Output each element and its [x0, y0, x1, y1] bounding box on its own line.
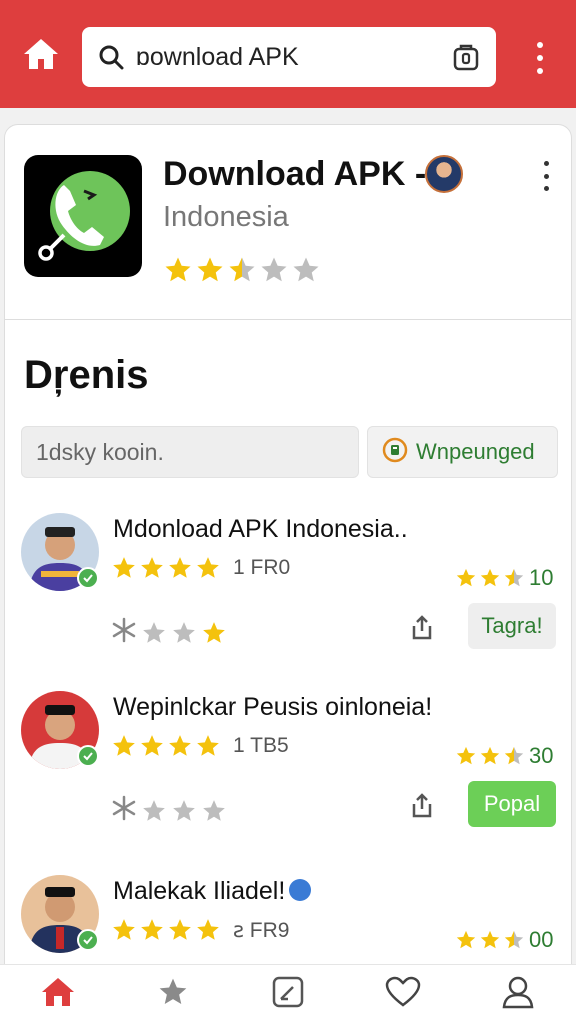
verified-badge-icon [77, 929, 99, 951]
nav-favorites[interactable] [115, 965, 230, 1024]
nav-profile[interactable] [461, 965, 576, 1024]
app-subtitle: Indonesia [163, 201, 289, 233]
star-icon [456, 568, 476, 587]
star-icon [480, 568, 500, 587]
star-icon [113, 557, 135, 578]
star-icon [141, 557, 163, 578]
star-icon [173, 621, 195, 643]
asterisk-icon [111, 617, 137, 648]
star-icon [169, 735, 191, 756]
nav-edit[interactable] [230, 965, 345, 1024]
star-icon [203, 621, 225, 643]
app-rating [163, 255, 321, 285]
star-icon [456, 930, 476, 949]
star-icon [197, 735, 219, 756]
share-icon[interactable] [407, 613, 437, 643]
search-icon [96, 42, 126, 72]
star-icon [197, 919, 219, 940]
star-icon [293, 257, 319, 282]
filter-input[interactable]: 1dsky kooin. [21, 426, 359, 478]
search-bar[interactable]: ɒownload APK [82, 27, 496, 87]
star-icon [143, 621, 165, 643]
list-item[interactable]: Wepinlckar Peusis oinloneia! 1 TB5 30 Po… [5, 691, 571, 861]
list-item-action-button[interactable]: Tagra! [468, 603, 556, 649]
list-item-action-button[interactable]: Popal [468, 781, 556, 827]
list-item-rating: ꙅ FR9 [111, 917, 289, 943]
list-item-title: Wepinlckar Peusis oinloneia! [113, 693, 433, 721]
star-icon [480, 746, 500, 765]
star-icon [504, 930, 524, 949]
list-item-score: 10 [455, 565, 553, 591]
star-icon [141, 919, 163, 940]
star-icon [203, 799, 225, 821]
filter-button[interactable]: Wnpeunged [367, 426, 558, 478]
star-icon [197, 557, 219, 578]
app-title: Download APK - [163, 155, 427, 193]
more-vert-icon[interactable] [539, 161, 553, 191]
list-item-score-value: 10 [529, 565, 554, 590]
list-item[interactable]: Mdonload APK Indonesia.. 1 FR0 10 Tagra! [5, 513, 571, 683]
list-item-rating: 1 TB5 [111, 733, 289, 759]
star-icon [165, 257, 191, 282]
list-item-title-text: Malekak Iliadel! [113, 877, 286, 905]
list-item-count: 1 TB5 [233, 734, 289, 757]
star-icon [480, 930, 500, 949]
star-icon [173, 799, 195, 821]
section-title: Dŗenis [24, 353, 149, 397]
list-item-title: Malekak Iliadel! [113, 877, 312, 906]
mini-rating [111, 795, 227, 826]
star-icon [261, 257, 287, 282]
star-icon [113, 919, 135, 940]
phone-app-icon[interactable] [24, 155, 142, 277]
nav-home[interactable] [0, 965, 115, 1024]
star-icon [156, 976, 190, 1013]
heart-icon [385, 976, 421, 1013]
star-icon [141, 735, 163, 756]
more-vert-icon[interactable] [526, 40, 554, 76]
star-icon [229, 257, 255, 282]
home-icon [40, 976, 76, 1013]
mini-rating [111, 617, 227, 648]
home-icon [22, 37, 60, 76]
profile-icon [501, 975, 535, 1014]
search-input[interactable]: ɒownload APK [126, 43, 450, 72]
star-icon [197, 257, 223, 282]
developer-avatar[interactable] [425, 155, 463, 193]
list-item-score: 00 [455, 927, 553, 953]
list-item-score-value: 30 [529, 743, 554, 768]
star-icon [143, 799, 165, 821]
star-icon [504, 746, 524, 765]
list-item-title: Mdonload APK Indonesia.. [113, 515, 408, 543]
verified-badge-icon [77, 745, 99, 767]
star-icon [169, 919, 191, 940]
star-icon [169, 557, 191, 578]
home-button[interactable] [20, 36, 62, 76]
list-item-score: 30 [455, 743, 553, 769]
asterisk-icon [111, 795, 137, 826]
star-icon [504, 568, 524, 587]
badge-icon [382, 437, 408, 468]
star-icon [456, 746, 476, 765]
bottom-nav [0, 964, 576, 1024]
list-item-rating: 1 FR0 [111, 555, 290, 581]
verified-icon [289, 879, 312, 902]
star-icon [113, 735, 135, 756]
list-item-count: 1 FR0 [233, 556, 291, 579]
share-icon[interactable] [407, 791, 437, 821]
app-card: Download APK - Indonesia Dŗenis 1dsky ko… [4, 124, 572, 984]
nav-liked[interactable] [346, 965, 461, 1024]
list-item-score-value: 00 [529, 927, 554, 952]
edit-icon [271, 975, 305, 1014]
divider [5, 319, 571, 320]
top-bar: ɒownload APK [0, 0, 576, 108]
filter-button-label: Wnpeunged [416, 439, 535, 464]
camera-icon[interactable] [450, 41, 482, 73]
verified-badge-icon [77, 567, 99, 589]
list-item-count: ꙅ FR9 [233, 918, 290, 942]
